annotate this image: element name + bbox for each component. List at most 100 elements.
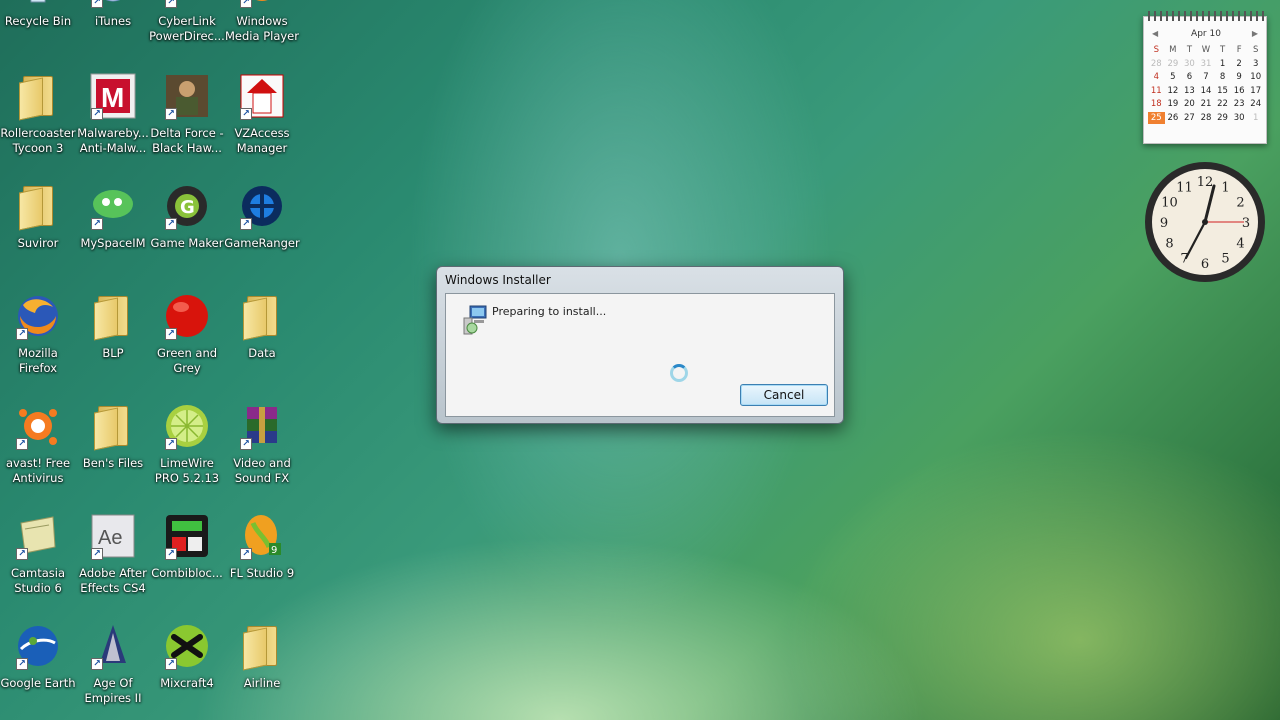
clock-numeral: 6 bbox=[1201, 257, 1209, 272]
calendar-rings bbox=[1148, 11, 1264, 21]
calendar-day[interactable]: 7 bbox=[1198, 71, 1215, 84]
calendar-weekday: M bbox=[1169, 45, 1177, 55]
calendar-day[interactable]: 2 bbox=[1231, 58, 1248, 71]
desktop-icon-gameranger[interactable]: ↗ GameRanger bbox=[224, 182, 300, 282]
desktop-icon-label: Delta Force - Black Haw... bbox=[150, 126, 224, 155]
calendar-day[interactable]: 6 bbox=[1181, 71, 1198, 84]
desktop-icon-mixcraft4[interactable]: ↗ Mixcraft4 bbox=[149, 622, 225, 720]
folder-icon bbox=[89, 402, 137, 451]
calendar-day[interactable]: 22 bbox=[1214, 98, 1231, 111]
shortcut-arrow-icon: ↗ bbox=[16, 328, 28, 340]
calendar-day[interactable]: 31 bbox=[1198, 58, 1215, 71]
shortcut-arrow-icon: ↗ bbox=[240, 108, 252, 120]
calendar-day[interactable]: 29 bbox=[1165, 58, 1182, 71]
calendar-day[interactable]: 15 bbox=[1214, 85, 1231, 98]
calendar-day[interactable]: 11 bbox=[1148, 85, 1165, 98]
combibloc-icon: ↗ bbox=[163, 512, 211, 560]
desktop-icon-label: CyberLink PowerDirec... bbox=[149, 14, 225, 43]
calendar-gadget[interactable]: ◀ Apr 10 ▶ S M T W T F S 28 29 30 31 1 2 3 4 5 6 7 8 9 10 11 1… bbox=[1143, 11, 1267, 144]
fl-studio-icon: 9 ↗ bbox=[238, 512, 286, 560]
desktop-icon-game-maker[interactable]: G ↗ Game Maker bbox=[149, 182, 225, 282]
cancel-button[interactable]: Cancel bbox=[740, 384, 828, 406]
calendar-day[interactable]: 27 bbox=[1181, 112, 1198, 125]
calendar-day[interactable]: 3 bbox=[1247, 58, 1264, 71]
desktop-icon-vzaccess-manager[interactable]: ↗ VZAccess Manager bbox=[224, 72, 300, 172]
desktop-icon-myspaceim[interactable]: ↗ MySpaceIM bbox=[75, 182, 151, 282]
desktop-icon-video-and-sound-fx[interactable]: ↗ Video and Sound FX bbox=[224, 402, 300, 502]
desktop-icon-label: Age Of Empires II bbox=[84, 676, 142, 705]
desktop-icon-windows-media-player[interactable]: ↗ Windows Media Player bbox=[224, 0, 300, 60]
svg-text:Ae: Ae bbox=[98, 527, 122, 549]
calendar-day[interactable]: 1 bbox=[1214, 58, 1231, 71]
calendar-day[interactable]: 23 bbox=[1231, 98, 1248, 111]
desktop-icon-camtasia-studio-6[interactable]: ↗ Camtasia Studio 6 bbox=[0, 512, 76, 612]
folder-icon bbox=[238, 622, 286, 671]
desktop-icon-rollercoaster-tycoon-3[interactable]: Rollercoaster Tycoon 3 bbox=[0, 72, 76, 172]
calendar-day[interactable]: 28 bbox=[1148, 58, 1165, 71]
desktop-icon-google-earth[interactable]: ↗ Google Earth bbox=[0, 622, 76, 720]
calendar-day[interactable]: 12 bbox=[1165, 85, 1182, 98]
desktop-icon-green-and-grey[interactable]: ↗ Green and Grey bbox=[149, 292, 225, 392]
desktop-icon-label: Game Maker bbox=[150, 236, 224, 250]
desktop-icon-airline[interactable]: Airline bbox=[224, 622, 300, 720]
calendar-day[interactable]: 19 bbox=[1165, 98, 1182, 111]
calendar-day[interactable]: 28 bbox=[1198, 112, 1215, 125]
media-player-icon: ↗ bbox=[238, 0, 286, 8]
calendar-day[interactable]: 30 bbox=[1231, 112, 1248, 125]
desktop-icon-itunes[interactable]: ♪↗ iTunes bbox=[75, 0, 151, 60]
mixcraft-icon: ↗ bbox=[163, 622, 211, 670]
desktop-icon-delta-force-black-haw[interactable]: ↗ Delta Force - Black Haw... bbox=[149, 72, 225, 172]
calendar-day[interactable]: 14 bbox=[1198, 85, 1215, 98]
desktop-icon-age-of-empires-ii[interactable]: ↗ Age Of Empires II bbox=[75, 622, 151, 720]
calendar-day[interactable]: 30 bbox=[1181, 58, 1198, 71]
calendar-day[interactable]: 1 bbox=[1247, 112, 1264, 125]
clock-numeral: 12 bbox=[1197, 175, 1214, 190]
desktop-icon-label: Camtasia Studio 6 bbox=[10, 566, 66, 595]
calendar-day[interactable]: 20 bbox=[1181, 98, 1198, 111]
clock-numeral: 1 bbox=[1221, 180, 1229, 195]
calendar-day[interactable]: 21 bbox=[1198, 98, 1215, 111]
calendar-day[interactable]: 8 bbox=[1214, 71, 1231, 84]
calendar-weekday: F bbox=[1236, 45, 1242, 55]
shortcut-arrow-icon: ↗ bbox=[240, 438, 252, 450]
desktop-icon-ben-s-files[interactable]: Ben's Files bbox=[75, 402, 151, 502]
shortcut-arrow-icon: ↗ bbox=[240, 218, 252, 230]
calendar-day[interactable]: 24 bbox=[1247, 98, 1264, 111]
calendar-day[interactable]: 25 bbox=[1148, 111, 1165, 124]
calendar-day[interactable]: 4 bbox=[1148, 71, 1165, 84]
calendar-day[interactable]: 26 bbox=[1165, 112, 1182, 125]
desktop-icon-adobe-after-effects-cs4[interactable]: Ae ↗ Adobe After Effects CS4 bbox=[75, 512, 151, 612]
svg-text:M: M bbox=[101, 82, 124, 113]
desktop-icon-combibloc[interactable]: ↗ Combibloc... bbox=[149, 512, 225, 612]
desktop-icon-label: BLP bbox=[102, 346, 124, 360]
camtasia-icon: ↗ bbox=[14, 512, 62, 560]
itunes-icon: ♪↗ bbox=[89, 0, 137, 8]
calendar-next-icon[interactable]: ▶ bbox=[1252, 29, 1258, 38]
desktop-icon-malwareby-anti-malw[interactable]: M ↗ Malwareby... Anti-Malw... bbox=[75, 72, 151, 172]
calendar-day[interactable]: 5 bbox=[1165, 71, 1182, 84]
desktop-icon-mozilla-firefox[interactable]: ↗ Mozilla Firefox bbox=[0, 292, 76, 392]
calendar-day[interactable]: 16 bbox=[1231, 85, 1248, 98]
recycle-bin-icon bbox=[14, 0, 62, 8]
desktop-icon-fl-studio-9[interactable]: 9 ↗ FL Studio 9 bbox=[224, 512, 300, 612]
desktop-icon-label: VZAccess Manager bbox=[234, 126, 290, 155]
shortcut-arrow-icon: ↗ bbox=[240, 548, 252, 560]
desktop-icon-avast-free-antivirus[interactable]: ↗ avast! Free Antivirus bbox=[0, 402, 76, 502]
clock-numeral: 5 bbox=[1221, 252, 1229, 267]
calendar-day[interactable]: 17 bbox=[1247, 85, 1264, 98]
calendar-day[interactable]: 9 bbox=[1231, 71, 1248, 84]
calendar-day[interactable]: 13 bbox=[1181, 85, 1198, 98]
clock-gadget[interactable]: 12 1 2 3 4 5 6 7 8 9 10 11 bbox=[1142, 160, 1268, 284]
calendar-day[interactable]: 29 bbox=[1214, 112, 1231, 125]
desktop-icon-suviror[interactable]: Suviror bbox=[0, 182, 76, 282]
desktop-icon-blp[interactable]: BLP bbox=[75, 292, 151, 392]
shortcut-arrow-icon: ↗ bbox=[91, 548, 103, 560]
desktop-icon-cyberlink-powerdirec[interactable]: ↗ CyberLink PowerDirec... bbox=[149, 0, 225, 60]
calendar-day[interactable]: 18 bbox=[1148, 98, 1165, 111]
desktop-icon-recycle-bin[interactable]: Recycle Bin bbox=[0, 0, 76, 60]
desktop-icon-limewire-pro-5-2-13[interactable]: ↗ LimeWire PRO 5.2.13 bbox=[149, 402, 225, 502]
desktop-icon-label: Rollercoaster Tycoon 3 bbox=[0, 126, 76, 155]
calendar-day[interactable]: 10 bbox=[1247, 71, 1264, 84]
desktop-icon-data[interactable]: Data bbox=[224, 292, 300, 392]
calendar-grid: S M T W T F S 28 29 30 31 1 2 3 4 5 6 7 8 9 10 11 12 13 14 15 16 17… bbox=[1148, 44, 1264, 124]
